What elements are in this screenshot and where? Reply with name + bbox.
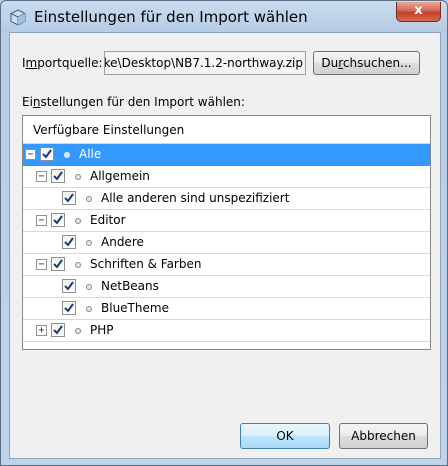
checkmark-icon (42, 149, 52, 159)
import-source-label: Importquelle: (22, 56, 103, 70)
collapse-icon[interactable]: − (36, 171, 47, 182)
window-title: Einstellungen für den Import wählen (34, 8, 308, 26)
import-source-field[interactable]: tke\Desktop\NB7.1.2-northway.zip (104, 51, 306, 75)
tree-row-label: BlueTheme (101, 301, 169, 315)
checkmark-icon (64, 303, 74, 313)
checkmark-icon (64, 237, 74, 247)
node-bullet-icon (86, 306, 92, 312)
close-icon: x (414, 3, 423, 18)
ok-button[interactable]: OK (240, 423, 330, 449)
title-bar[interactable]: Einstellungen für den Import wählen x (1, 1, 447, 33)
settings-tree[interactable]: Verfügbare Einstellungen − Alle − Allgemein… (22, 115, 431, 350)
settings-section-mnemonic: n (32, 95, 41, 109)
tree-row[interactable]: Alle anderen sind unspezifiziert (23, 188, 430, 210)
tree-row[interactable]: BlueTheme (23, 298, 430, 320)
expand-icon[interactable]: + (36, 325, 47, 336)
browse-button[interactable]: Durchsuchen... (313, 51, 420, 75)
checkmark-icon (64, 193, 74, 203)
row-checkbox[interactable] (62, 301, 76, 315)
row-checkbox[interactable] (62, 235, 76, 249)
close-button[interactable]: x (396, 2, 441, 22)
tree-row-label: Alle anderen sind unspezifiziert (101, 191, 290, 205)
checkmark-icon (64, 281, 74, 291)
tree-row-label: Alle (79, 147, 102, 161)
row-checkbox[interactable] (51, 213, 65, 227)
dialog-content: Importquelle: tke\Desktop\NB7.1.2-northw… (9, 32, 441, 459)
row-checkbox[interactable] (62, 191, 76, 205)
node-bullet-icon (75, 328, 81, 334)
settings-section-label: Einstellungen für den Import wählen: (22, 95, 245, 109)
collapse-icon[interactable]: − (36, 215, 47, 226)
node-bullet-icon (86, 240, 92, 246)
collapse-icon[interactable]: − (36, 259, 47, 270)
node-bullet-icon (64, 152, 70, 158)
row-checkbox[interactable] (62, 279, 76, 293)
checkmark-icon (53, 259, 63, 269)
node-bullet-icon (75, 262, 81, 268)
tree-row[interactable]: − Schriften & Farben (23, 254, 430, 276)
tree-row-label: Allgemein (90, 169, 150, 183)
node-bullet-icon (86, 196, 92, 202)
checkmark-icon (53, 171, 63, 181)
tree-row[interactable]: − Editor (23, 210, 430, 232)
tree-row[interactable]: Andere (23, 232, 430, 254)
tree-row[interactable]: − Alle (23, 144, 430, 166)
collapse-icon[interactable]: − (25, 149, 36, 160)
import-source-mnemonic: m (25, 56, 38, 70)
import-source-value: tke\Desktop\NB7.1.2-northway.zip (104, 56, 303, 70)
tree-row-label: NetBeans (101, 279, 159, 293)
tree-row[interactable]: + PHP (23, 320, 430, 342)
row-checkbox[interactable] (51, 323, 65, 337)
tree-row-label: Schriften & Farben (90, 257, 202, 271)
tree-rows: − Alle − Allgemein Alle anderen sind unspezi… (23, 144, 430, 342)
node-bullet-icon (75, 174, 81, 180)
row-checkbox[interactable] (51, 169, 65, 183)
row-checkbox[interactable] (51, 257, 65, 271)
checkmark-icon (53, 325, 63, 335)
row-checkbox[interactable] (40, 147, 54, 161)
tree-row-label: Andere (101, 235, 144, 249)
tree-row[interactable]: − Allgemein (23, 166, 430, 188)
app-cube-icon (10, 9, 26, 26)
cancel-button[interactable]: Abbrechen (339, 423, 428, 449)
dialog-window: Einstellungen für den Import wählen x Im… (0, 0, 448, 466)
tree-row-label: Editor (90, 213, 126, 227)
tree-header: Verfügbare Einstellungen (23, 116, 430, 144)
checkmark-icon (53, 215, 63, 225)
node-bullet-icon (75, 218, 81, 224)
node-bullet-icon (86, 284, 92, 290)
tree-row-label: PHP (90, 323, 114, 337)
tree-row[interactable]: NetBeans (23, 276, 430, 298)
